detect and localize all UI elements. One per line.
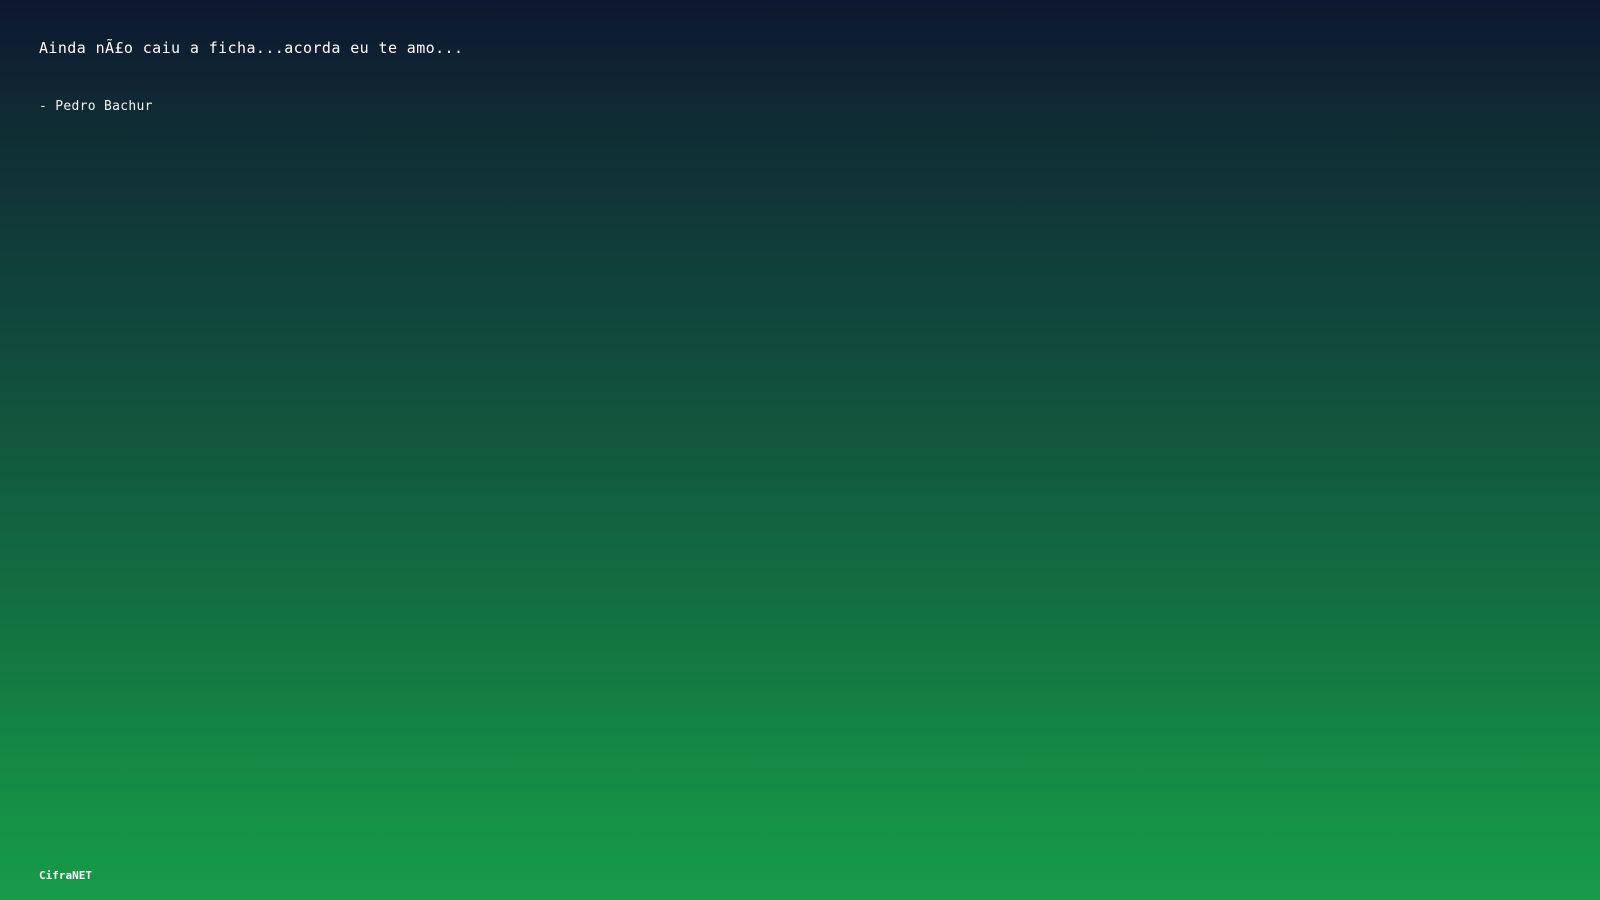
brand-label: CifraNET [39,869,92,882]
quote-author: - Pedro Bachur [39,99,153,114]
quote-text: Ainda nÃ£o caiu a ficha...acorda eu te a… [39,39,464,57]
